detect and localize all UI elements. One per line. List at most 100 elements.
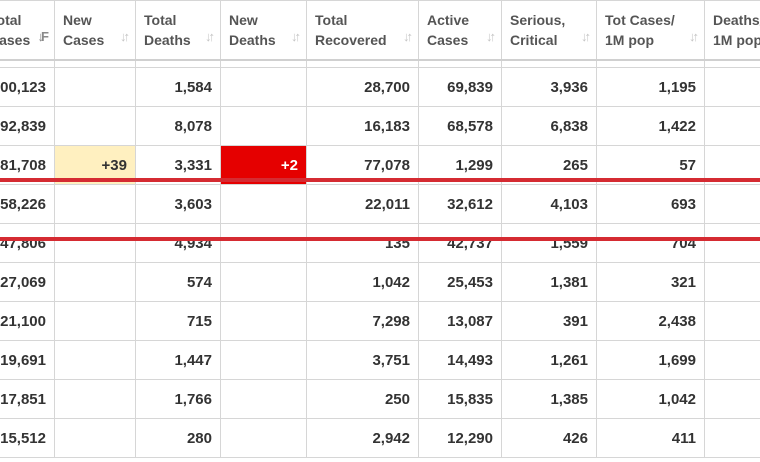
total-cases-cell: 17,851 [0,379,55,419]
new-deaths-cell [220,67,307,107]
header-new-deaths[interactable]: New Deaths ↓↑ [220,0,307,61]
total-recovered-cell: 1,042 [306,262,419,302]
sort-icon[interactable]: ↓↑ [205,27,215,47]
total-deaths-cell: 1,447 [135,340,221,380]
serious-critical-cell: 6,838 [501,106,597,146]
tot-cases-per-1m-cell: 321 [596,262,705,302]
table-header-row: TotalCases↓F NewCases↓↑ TotalDeaths↓↑ Ne… [0,0,760,61]
active-cases-cell: 13,087 [418,301,502,341]
stats-table: TotalCases↓F NewCases↓↑ TotalDeaths↓↑ Ne… [0,0,760,458]
table-row: 92,839 8,078 16,183 68,578 6,838 1,422 [0,106,760,146]
serious-critical-cell: 1,261 [501,340,597,380]
table-row: 19,691 1,447 3,751 14,493 1,261 1,699 [0,340,760,380]
total-deaths-cell: 4,934 [135,223,221,263]
red-annotation-line [0,237,760,241]
new-cases-cell [54,106,136,146]
total-deaths-cell: 574 [135,262,221,302]
sort-icon[interactable]: ↓↑ [581,27,591,47]
sort-icon[interactable]: ↓↑ [120,27,130,47]
active-cases-cell: 14,493 [418,340,502,380]
active-cases-cell: 12,290 [418,418,502,458]
new-deaths-cell [220,184,307,224]
active-cases-cell: 68,578 [418,106,502,146]
total-deaths-cell: 280 [135,418,221,458]
total-cases-cell: 21,100 [0,301,55,341]
tot-cases-per-1m-cell: 1,195 [596,67,705,107]
active-cases-cell: 42,737 [418,223,502,263]
new-cases-cell [54,418,136,458]
total-cases-cell: 15,512 [0,418,55,458]
total-recovered-cell: 22,011 [306,184,419,224]
header-total-cases[interactable]: TotalCases↓F [0,0,55,61]
total-cases-cell: 100,123 [0,67,55,107]
deaths-per-1m-cell [704,106,760,146]
sort-desc-icon[interactable]: ↓F [38,27,50,47]
new-cases-cell [54,223,136,263]
total-recovered-cell: 250 [306,379,419,419]
total-cases-cell: 47,806 [0,223,55,263]
header-deaths-per-1m[interactable]: Deaths/1M pop↓↑ [704,0,760,61]
tot-cases-per-1m-cell: 1,699 [596,340,705,380]
new-cases-cell [54,262,136,302]
active-cases-cell: 15,835 [418,379,502,419]
new-deaths-cell [220,223,307,263]
total-deaths-cell: 1,766 [135,379,221,419]
new-cases-cell [54,67,136,107]
deaths-per-1m-cell [704,340,760,380]
total-deaths-cell: 1,584 [135,67,221,107]
new-deaths-cell [220,340,307,380]
table-row: 100,123 1,584 28,70069,8393,9361,195 [0,67,760,107]
header-total-deaths[interactable]: Total Deaths ↓↑ [135,0,221,61]
serious-critical-cell: 4,103 [501,184,597,224]
serious-critical-cell: 391 [501,301,597,341]
new-deaths-cell [220,262,307,302]
total-recovered-cell: 2,942 [306,418,419,458]
new-deaths-cell [220,301,307,341]
total-cases-cell: 92,839 [0,106,55,146]
serious-critical-cell: 1,385 [501,379,597,419]
sort-icon[interactable]: ↓↑ [486,27,496,47]
sort-icon[interactable]: ↓↑ [689,27,699,47]
table-row: 17,851 1,766 250 15,835 1,385 1,042 [0,379,760,419]
table-row: 47,806 4,934 135 42,737 1,559 704 [0,223,760,263]
header-new-cases[interactable]: New Cases ↓↑ [54,0,136,61]
tot-cases-per-1m-cell: 411 [596,418,705,458]
table-row: 27,069 574 1,042 25,453 1,381 321 [0,262,760,302]
tot-cases-per-1m-cell: 1,042 [596,379,705,419]
header-serious-critical[interactable]: Serious, Critical ↓↑ [501,0,597,61]
header-tot-cases-per-1m[interactable]: Tot Cases/1M pop ↓↑ [596,0,705,61]
active-cases-cell: 32,612 [418,184,502,224]
sort-icon[interactable]: ↓↑ [291,27,301,47]
total-deaths-cell: 8,078 [135,106,221,146]
new-cases-cell [54,301,136,341]
table-row: 58,226 3,603 22,011 32,612 4,103 693 [0,184,760,224]
deaths-per-1m-cell [704,262,760,302]
active-cases-cell: 25,453 [418,262,502,302]
serious-critical-cell: 426 [501,418,597,458]
total-recovered-cell: 28,700 [306,67,419,107]
deaths-per-1m-cell [704,223,760,263]
tot-cases-per-1m-cell: 693 [596,184,705,224]
stats-table-container: TotalCases↓F NewCases↓↑ TotalDeaths↓↑ Ne… [0,0,760,462]
sort-icon[interactable]: ↓↑ [403,27,413,47]
total-cases-cell: 19,691 [0,340,55,380]
header-spacer-row [0,60,760,68]
new-deaths-cell [220,106,307,146]
header-active-cases[interactable]: Active Cases ↓↑ [418,0,502,61]
red-annotation-line [0,178,760,182]
serious-critical-cell: 1,381 [501,262,597,302]
header-total-recovered[interactable]: Total Recovered ↓↑ [306,0,419,61]
new-cases-cell [54,340,136,380]
serious-critical-cell: 3,936 [501,67,597,107]
table-body: 100,1231,58428,70069,8393,9361,19592,839… [0,60,760,458]
deaths-per-1m-cell [704,418,760,458]
total-recovered-cell: 7,298 [306,301,419,341]
total-recovered-cell: 135 [306,223,419,263]
deaths-per-1m-cell [704,379,760,419]
tot-cases-per-1m-cell: 2,438 [596,301,705,341]
new-deaths-cell [220,379,307,419]
tot-cases-per-1m-cell: 1,422 [596,106,705,146]
total-deaths-cell: 3,603 [135,184,221,224]
deaths-per-1m-cell [704,184,760,224]
total-recovered-cell: 3,751 [306,340,419,380]
